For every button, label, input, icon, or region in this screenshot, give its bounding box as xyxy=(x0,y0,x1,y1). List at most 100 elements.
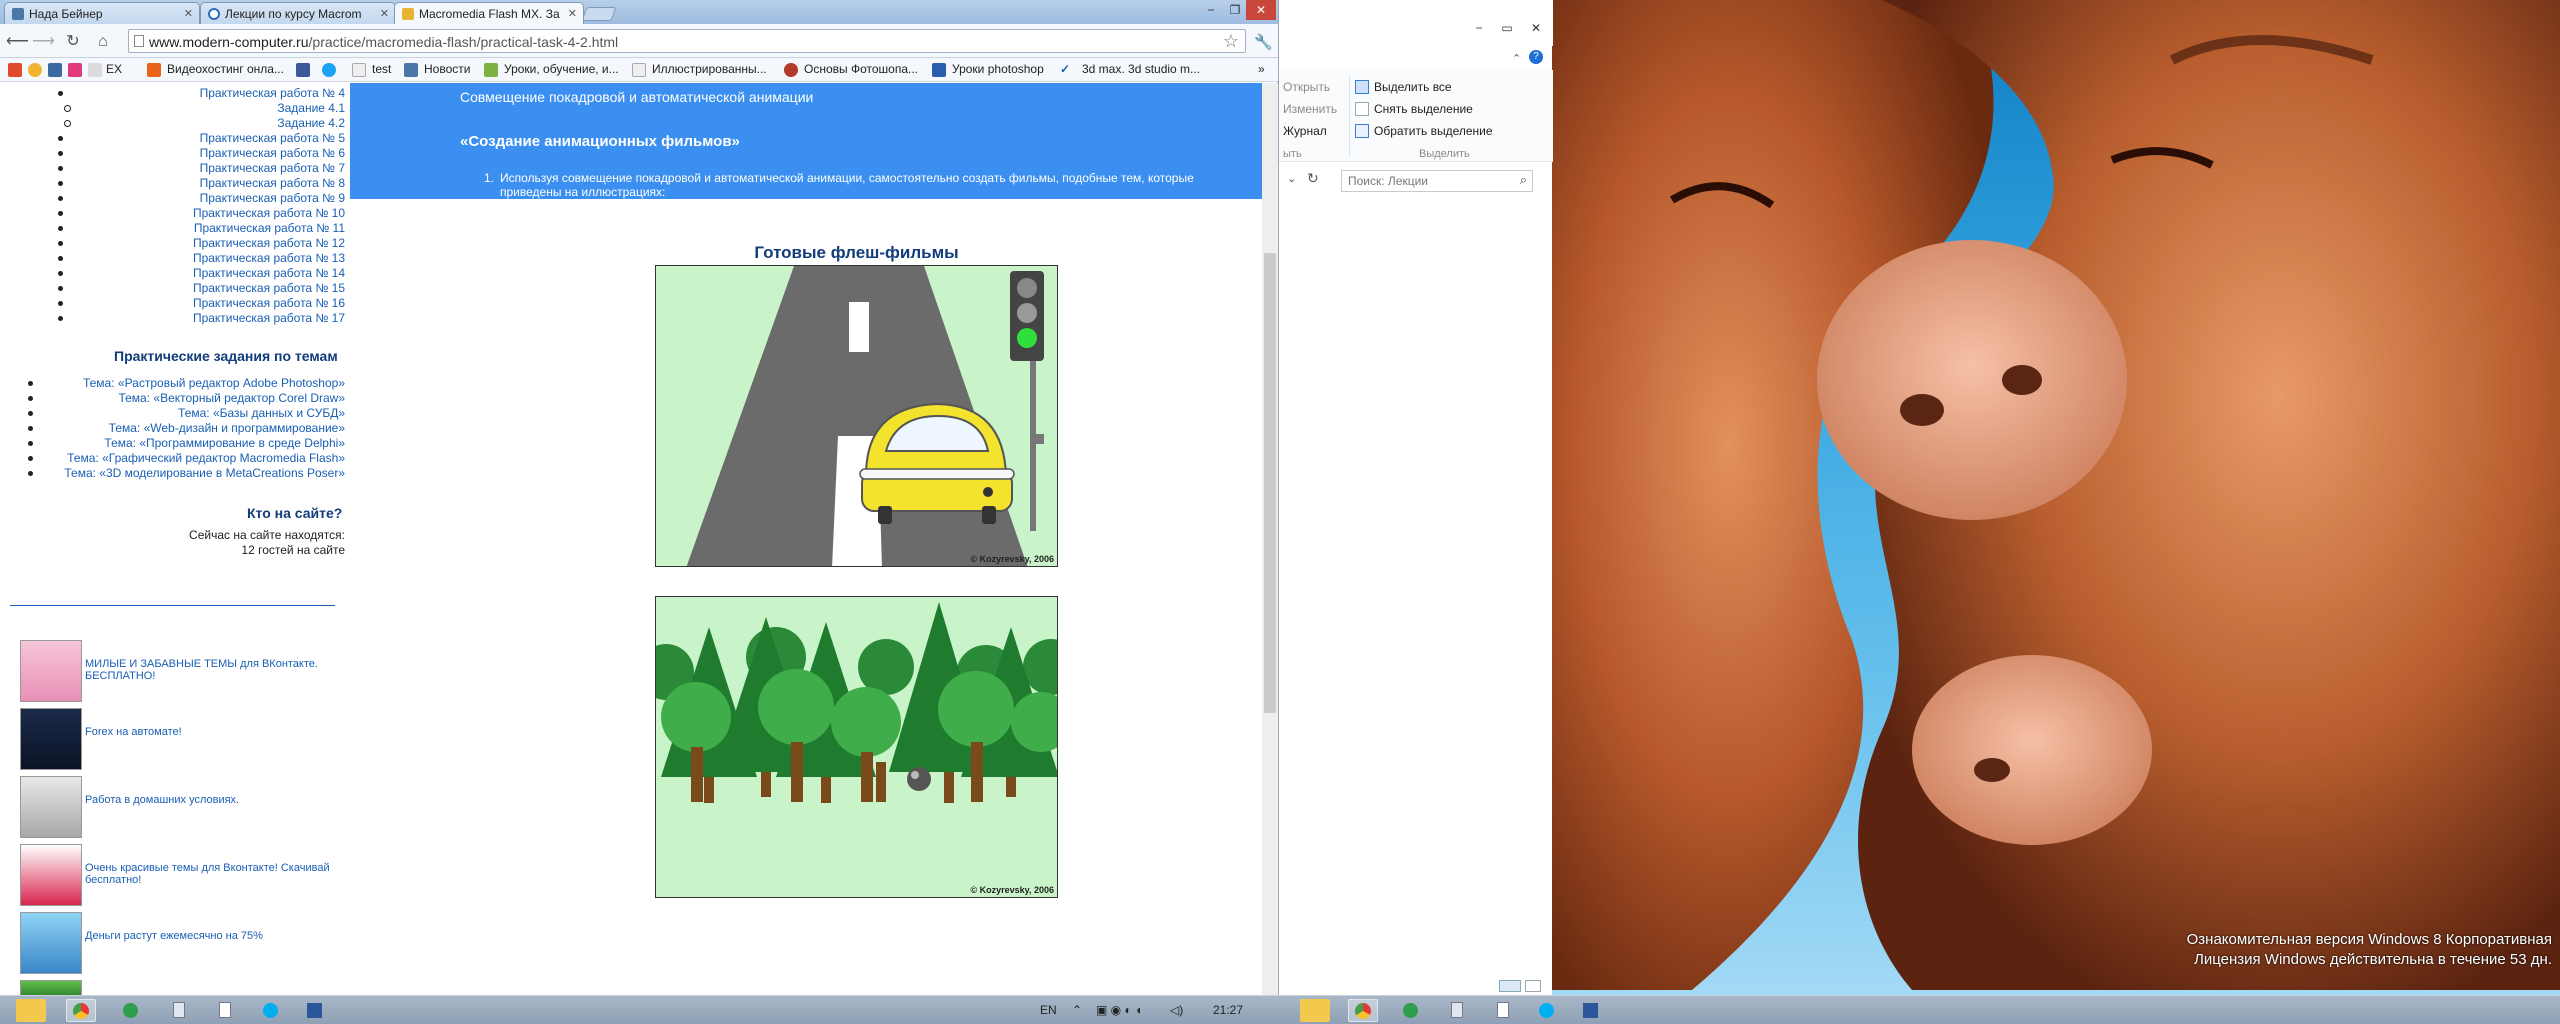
close-icon[interactable]: ✕ xyxy=(380,7,389,20)
flash-film-car[interactable]: © Kozyrevsky, 2006 xyxy=(655,265,1058,567)
chrome-taskbar-icon[interactable] xyxy=(1348,999,1378,1022)
bookmark-video[interactable]: Видеохостинг онла... xyxy=(167,62,284,76)
select-all-button[interactable]: Выделить все xyxy=(1374,80,1452,94)
work-link[interactable]: Практическая работа № 15 xyxy=(0,281,345,296)
bookmark-illustrated[interactable]: Иллюстрированны... xyxy=(652,62,767,76)
work-link[interactable]: Практическая работа № 9 xyxy=(0,191,345,206)
chevron-down-icon[interactable]: ⌄ xyxy=(1287,172,1296,185)
app-taskbar-icon[interactable] xyxy=(1396,999,1426,1022)
work-link[interactable]: Практическая работа № 12 xyxy=(0,236,345,251)
ad-label[interactable]: Работа в домашних условиях. xyxy=(85,794,335,806)
ad-label[interactable]: МИЛЫЕ И ЗАБАВНЫЕ ТЕМЫ для ВКонтакте. БЕС… xyxy=(85,658,335,682)
facebook-icon[interactable] xyxy=(296,63,310,77)
collapse-ribbon-icon[interactable]: ⌃ xyxy=(1512,52,1521,65)
bookmark-photoshop-basics[interactable]: Основы Фотошопа... xyxy=(804,62,918,76)
chrome-taskbar-icon[interactable] xyxy=(66,999,96,1022)
ad-item[interactable]: Деньги растут ежемесячно на 75% xyxy=(20,912,340,974)
history-button[interactable]: Журнал xyxy=(1283,124,1327,138)
tab-macromedia-flash[interactable]: Macromedia Flash MX. За ✕ xyxy=(394,2,584,24)
maximize-button[interactable]: ❐ xyxy=(1224,0,1246,20)
file-explorer-taskbar-icon[interactable] xyxy=(1300,999,1330,1022)
file-explorer-taskbar-icon[interactable] xyxy=(16,999,46,1022)
forward-button[interactable]: ⟶ xyxy=(32,31,55,53)
work-link[interactable]: Практическая работа № 6 xyxy=(0,146,345,161)
skype-taskbar-icon[interactable] xyxy=(256,999,286,1022)
large-icons-view-icon[interactable] xyxy=(1525,980,1541,992)
ad-label[interactable]: Forex на автомате! xyxy=(85,726,335,738)
close-window-button[interactable]: ✕ xyxy=(1521,18,1551,38)
ad-item[interactable]: МИЛЫЕ И ЗАБАВНЫЕ ТЕМЫ для ВКонтакте. БЕС… xyxy=(20,640,340,702)
input-language[interactable]: EN xyxy=(1040,1003,1057,1017)
bookmark-photoshop-lessons[interactable]: Уроки photoshop xyxy=(952,62,1044,76)
tab-nada-beyner[interactable]: Нада Бейнер ✕ xyxy=(4,2,200,24)
open-button[interactable]: Открыть xyxy=(1283,80,1330,94)
invert-selection-button[interactable]: Обратить выделение xyxy=(1374,124,1493,138)
topic-link[interactable]: Тема: «Графический редактор Macromedia F… xyxy=(0,451,345,466)
reload-button[interactable]: ↻ xyxy=(62,31,84,53)
work-link[interactable]: Практическая работа № 16 xyxy=(0,296,345,311)
work-link[interactable]: Практическая работа № 7 xyxy=(0,161,345,176)
twitter-icon[interactable] xyxy=(322,63,336,77)
app-taskbar-icon[interactable] xyxy=(116,999,146,1022)
show-hidden-icons-icon[interactable]: ⌃ xyxy=(1072,1003,1082,1017)
minimize-button[interactable]: − xyxy=(1465,18,1493,38)
document-taskbar-icon[interactable] xyxy=(164,999,194,1022)
close-icon[interactable]: ✕ xyxy=(184,7,193,20)
maximize-button[interactable]: ▭ xyxy=(1493,18,1521,38)
close-icon[interactable]: ✕ xyxy=(568,7,577,20)
document-taskbar-icon[interactable] xyxy=(210,999,240,1022)
scrollbar-thumb[interactable] xyxy=(1264,253,1276,713)
wrench-menu-icon[interactable]: 🔧 xyxy=(1254,33,1273,51)
back-button[interactable]: ⟵ xyxy=(6,31,29,53)
explorer-search-input[interactable]: Поиск: Лекции ⌕ xyxy=(1341,170,1533,192)
word-taskbar-icon[interactable] xyxy=(1576,999,1606,1022)
search-icon[interactable]: ⌕ xyxy=(1520,172,1527,188)
bookmark-icon[interactable] xyxy=(88,63,102,77)
deselect-button[interactable]: Снять выделение xyxy=(1374,102,1473,116)
work-link[interactable]: Задание 4.1 xyxy=(0,101,345,116)
home-button[interactable]: ⌂ xyxy=(92,31,114,53)
bookmarks-overflow-button[interactable]: » xyxy=(1258,62,1265,76)
tray-icons[interactable]: ▣ ◉ ◐ ◖ xyxy=(1096,1003,1142,1017)
topic-link[interactable]: Тема: «Векторный редактор Corel Draw» xyxy=(0,391,345,406)
bookmark-test[interactable]: test xyxy=(372,62,391,76)
address-bar[interactable]: www.modern-computer.ru/practice/macromed… xyxy=(128,29,1246,53)
ad-item[interactable]: Forex на автомате! xyxy=(20,708,340,770)
topic-link[interactable]: Тема: «Программирование в среде Delphi» xyxy=(0,436,345,451)
word-taskbar-icon[interactable] xyxy=(300,999,330,1022)
work-link[interactable]: Практическая работа № 14 xyxy=(0,266,345,281)
ad-label[interactable]: Деньги растут ежемесячно на 75% xyxy=(85,930,335,942)
details-view-icon[interactable] xyxy=(1499,980,1521,992)
work-link[interactable]: Практическая работа № 4 xyxy=(0,86,345,101)
bookmark-icon[interactable] xyxy=(48,63,62,77)
work-link[interactable]: Задание 4.2 xyxy=(0,116,345,131)
work-link[interactable]: Практическая работа № 10 xyxy=(0,206,345,221)
bookmark-ex[interactable]: ЕХ xyxy=(106,62,122,76)
work-link[interactable]: Практическая работа № 13 xyxy=(0,251,345,266)
help-icon[interactable]: ? xyxy=(1529,50,1543,64)
bookmark-icon[interactable] xyxy=(28,63,42,77)
bookmark-news[interactable]: Новости xyxy=(424,62,470,76)
refresh-icon[interactable]: ↻ xyxy=(1307,170,1319,187)
page-scrollbar[interactable] xyxy=(1262,83,1278,995)
bookmark-3dmax[interactable]: 3d max. 3d studio m... xyxy=(1082,62,1200,76)
topic-link[interactable]: Тема: «Базы данных и СУБД» xyxy=(0,406,345,421)
ad-item[interactable]: Работа в домашних условиях. xyxy=(20,776,340,838)
document-taskbar-icon[interactable] xyxy=(1488,999,1518,1022)
topic-link[interactable]: Тема: «Растровый редактор Adobe Photosho… xyxy=(0,376,345,391)
ad-label[interactable]: Очень красивые темы для Вконтакте! Скачи… xyxy=(85,862,335,886)
topic-link[interactable]: Тема: «3D моделирование в MetaCreations … xyxy=(0,466,345,481)
bookmark-icon[interactable] xyxy=(68,63,82,77)
ad-item[interactable]: Очень красивые темы для Вконтакте! Скачи… xyxy=(20,844,340,906)
document-taskbar-icon[interactable] xyxy=(1442,999,1472,1022)
skype-taskbar-icon[interactable] xyxy=(1532,999,1562,1022)
bookmark-lessons[interactable]: Уроки, обучение, и... xyxy=(504,62,619,76)
edit-button[interactable]: Изменить xyxy=(1283,102,1337,116)
flash-film-forest[interactable]: © Kozyrevsky, 2006 xyxy=(655,596,1058,898)
bookmark-star-icon[interactable]: ☆ xyxy=(1223,31,1239,52)
close-window-button[interactable]: ✕ xyxy=(1246,0,1276,20)
volume-icon[interactable]: ◁) xyxy=(1170,1003,1183,1017)
clock[interactable]: 21:27 xyxy=(1213,1003,1243,1017)
tab-lectures[interactable]: Лекции по курсу Macrom ✕ xyxy=(200,2,396,24)
work-link[interactable]: Практическая работа № 17 xyxy=(0,311,345,326)
